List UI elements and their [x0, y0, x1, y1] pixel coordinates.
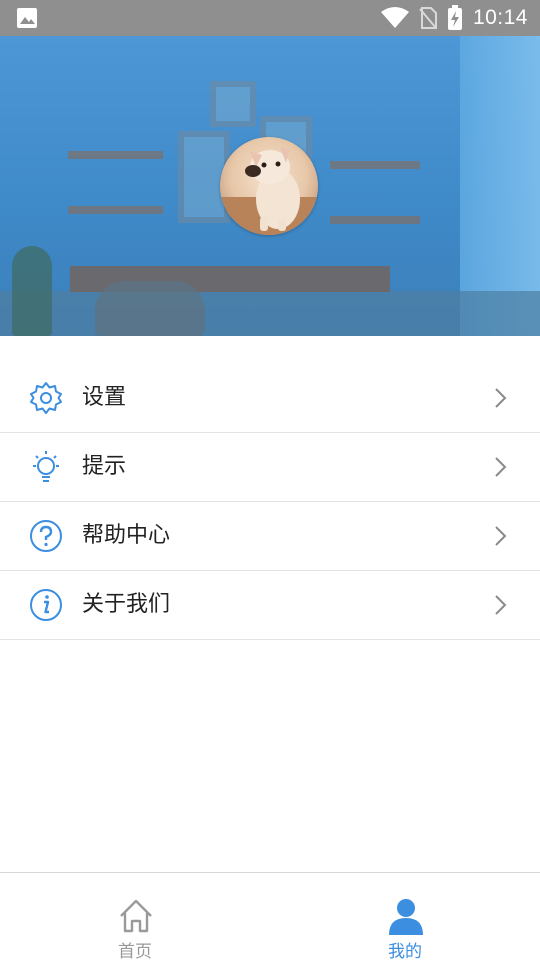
bottom-nav: 首页 我的 [0, 872, 540, 962]
header-bg-chair [95, 281, 205, 336]
gear-icon [30, 382, 62, 414]
menu-item-label: 设置 [82, 385, 127, 410]
header-bg-floor [0, 291, 540, 336]
header-bg-plant [12, 246, 52, 336]
home-icon [120, 899, 152, 933]
info-circle-icon [30, 589, 62, 621]
header-bg-shelf [330, 216, 420, 224]
tab-label: 我的 [388, 942, 422, 962]
battery-charging-icon [447, 5, 462, 30]
person-icon [389, 899, 423, 935]
avatar[interactable] [220, 137, 318, 235]
no-sim-icon [419, 7, 437, 29]
lightbulb-icon [33, 451, 59, 482]
header-bg-frame [210, 81, 256, 127]
chevron-right-icon [495, 388, 507, 408]
menu-item-label: 帮助中心 [82, 523, 171, 548]
menu-item-about-us[interactable]: 关于我们 [0, 571, 540, 640]
header-bg-shelf [68, 151, 163, 159]
header-bg-shelf [68, 206, 163, 214]
menu-item-tips[interactable]: 提示 [0, 433, 540, 502]
status-time: 10:14 [472, 6, 528, 29]
settings-menu: 设置 提示 帮助中心 关于我们 [0, 364, 540, 640]
tab-mine[interactable]: 我的 [270, 873, 540, 962]
image-icon [17, 8, 37, 28]
chevron-right-icon [495, 595, 507, 615]
avatar-dog-photo [220, 147, 318, 235]
tab-home[interactable]: 首页 [0, 873, 270, 962]
chevron-right-icon [495, 457, 507, 477]
help-circle-icon [30, 520, 62, 552]
menu-item-help-center[interactable]: 帮助中心 [0, 502, 540, 571]
menu-item-settings[interactable]: 设置 [0, 364, 540, 433]
menu-item-label: 关于我们 [82, 592, 171, 617]
tab-label: 首页 [118, 942, 152, 962]
status-bar: 10:14 [0, 0, 540, 36]
wifi-icon [380, 7, 409, 28]
menu-item-label: 提示 [82, 454, 127, 479]
header-bg-shelf [330, 161, 420, 169]
chevron-right-icon [495, 526, 507, 546]
